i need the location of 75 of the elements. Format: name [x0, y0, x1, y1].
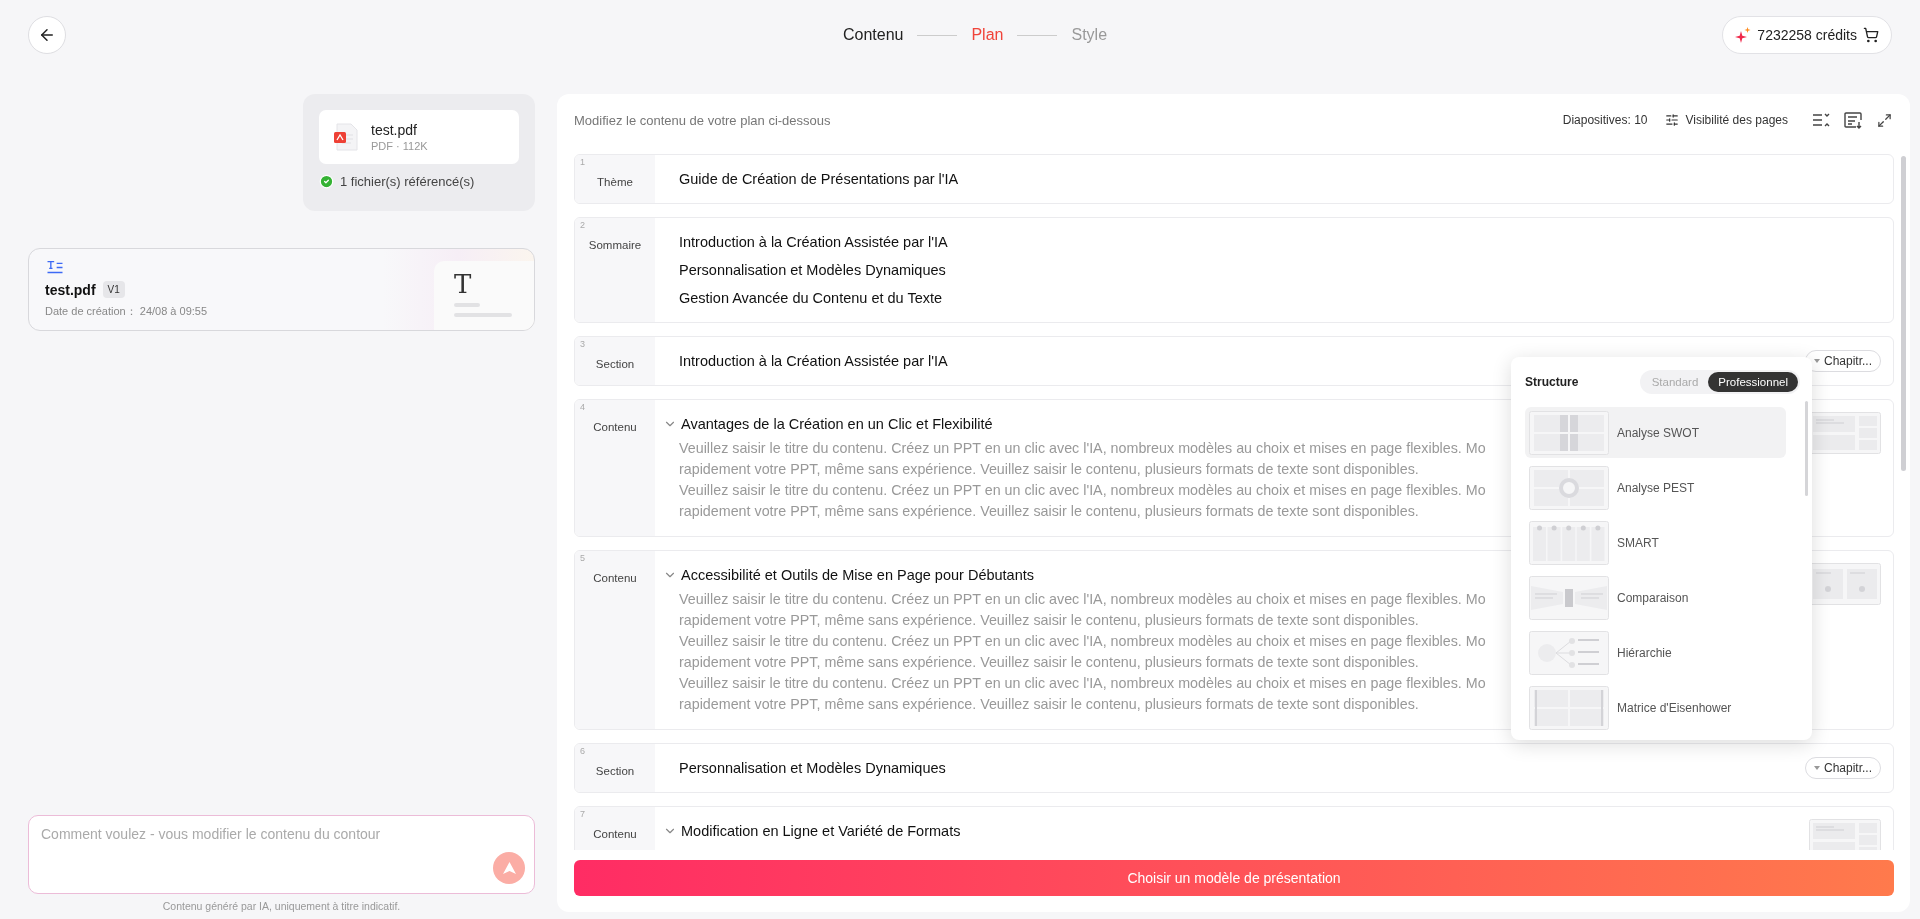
chapter-dropdown[interactable]: Chapitr...	[1804, 350, 1881, 372]
content-title[interactable]: Accessibilité et Outils de Mise en Page pour Débutants	[681, 567, 1035, 583]
structure-label: Analyse SWOT	[1617, 425, 1700, 440]
outline-text[interactable]: Gestion Avancée du Contenu et du Texte	[663, 284, 1881, 312]
collapse-list-icon	[1812, 112, 1830, 128]
row-number: 6	[580, 746, 585, 756]
structure-label: Comparaison	[1617, 590, 1689, 605]
document-name: test.pdf	[45, 281, 96, 298]
send-arrow-icon	[502, 862, 516, 874]
slide-thumbnail[interactable]	[1809, 819, 1881, 850]
row-type-label: Sommaire	[588, 239, 642, 251]
menu-title: Structure	[1525, 375, 1579, 389]
scrollbar[interactable]	[1901, 156, 1906, 471]
caret-icon	[1813, 359, 1820, 363]
expand-icon	[1877, 112, 1892, 128]
row-number: 5	[580, 553, 585, 563]
outline-text[interactable]: Introduction à la Création Assistée par l'IA	[663, 228, 1881, 256]
content-title[interactable]: Modification en Ligne et Variété de Formats	[681, 823, 961, 839]
structure-option[interactable]: Matrice d'Eisenhower	[1525, 682, 1786, 733]
structure-option[interactable]: Analyse SWOT	[1525, 407, 1786, 458]
row-type-label: Contenu	[593, 828, 637, 840]
pdf-file-icon	[333, 123, 359, 151]
fullscreen-button[interactable]	[1877, 112, 1892, 128]
structure-label: Analyse PEST	[1617, 480, 1695, 495]
outline-text[interactable]: Guide de Création de Présentations par l'IA	[663, 165, 1881, 193]
file-tile[interactable]: test.pdf PDF · 112K	[319, 110, 519, 164]
instruction-text: Modifiez le contenu de votre plan ci-dessous	[574, 112, 832, 128]
row-type-label: Contenu	[593, 421, 637, 433]
reference-status: 1 fichier(s) référencé(s)	[340, 174, 475, 189]
outline-text[interactable]: Personnalisation et Modèles Dynamiques	[663, 256, 1881, 284]
outline-text[interactable]: Personnalisation et Modèles Dynamiques	[663, 754, 1795, 782]
structure-option[interactable]: Comparaison	[1525, 572, 1786, 623]
structure-label: Matrice d'Eisenhower	[1617, 700, 1732, 715]
document-card[interactable]: test.pdf V1 Date de création： 24/08 à 09:55 T	[28, 248, 535, 331]
prompt-field[interactable]: Comment voulez - vous modifier le contenu du contour	[28, 815, 535, 894]
creation-date: Date de création： 24/08 à 09:55	[45, 304, 209, 319]
chapter-dropdown[interactable]: Chapitr...	[1804, 757, 1881, 779]
disclaimer-text: Contenu généré par IA, uniquement à titre indicatif.	[161, 900, 402, 912]
row-type-label: Contenu	[593, 572, 637, 584]
back-button[interactable]	[28, 16, 66, 54]
text-outline-icon	[45, 260, 65, 275]
slides-count: Diapositives: 10	[1562, 113, 1648, 127]
row-number: 4	[580, 402, 585, 412]
document-download-icon	[1844, 111, 1863, 129]
collapse-button[interactable]	[1812, 112, 1830, 128]
content-title[interactable]: Avantages de la Création en un Clic et Flexibilité	[681, 416, 993, 432]
sliders-icon	[1665, 113, 1680, 127]
caret-icon	[1813, 766, 1820, 770]
row-type-label: Section	[595, 358, 635, 370]
step-tab[interactable]: Contenu	[842, 26, 904, 44]
version-badge: V1	[102, 281, 125, 298]
page-visibility-button[interactable]: Visibilité des pages	[1665, 113, 1788, 127]
row-type-label: Thème	[597, 176, 633, 188]
sparkle-icon	[1735, 27, 1752, 43]
export-button[interactable]	[1844, 111, 1863, 129]
structure-option[interactable]: Analyse PEST	[1525, 462, 1786, 513]
slide-thumbnail[interactable]	[1809, 563, 1881, 605]
check-icon	[319, 174, 334, 189]
preview-glyph: T	[454, 271, 473, 297]
structure-label: SMART	[1617, 535, 1659, 550]
row-number: 3	[580, 339, 585, 349]
row-number: 7	[580, 809, 585, 819]
structure-label: Hiérarchie	[1617, 645, 1672, 660]
file-meta: PDF · 112K	[371, 140, 428, 152]
row-type-label: Section	[595, 765, 635, 777]
mode-option[interactable]: Professionnel	[1708, 372, 1798, 392]
row-number: 2	[580, 220, 585, 230]
menu-scrollbar[interactable]	[1805, 401, 1808, 496]
structure-option[interactable]: Hiérarchie	[1525, 627, 1786, 678]
row-number: 1	[580, 157, 585, 167]
slide-thumbnail[interactable]	[1809, 412, 1881, 454]
structure-option[interactable]: SMART	[1525, 517, 1786, 568]
file-name: test.pdf	[371, 122, 418, 138]
credits-button[interactable]: 7232258 crédits	[1722, 16, 1892, 54]
cart-icon	[1863, 27, 1879, 43]
